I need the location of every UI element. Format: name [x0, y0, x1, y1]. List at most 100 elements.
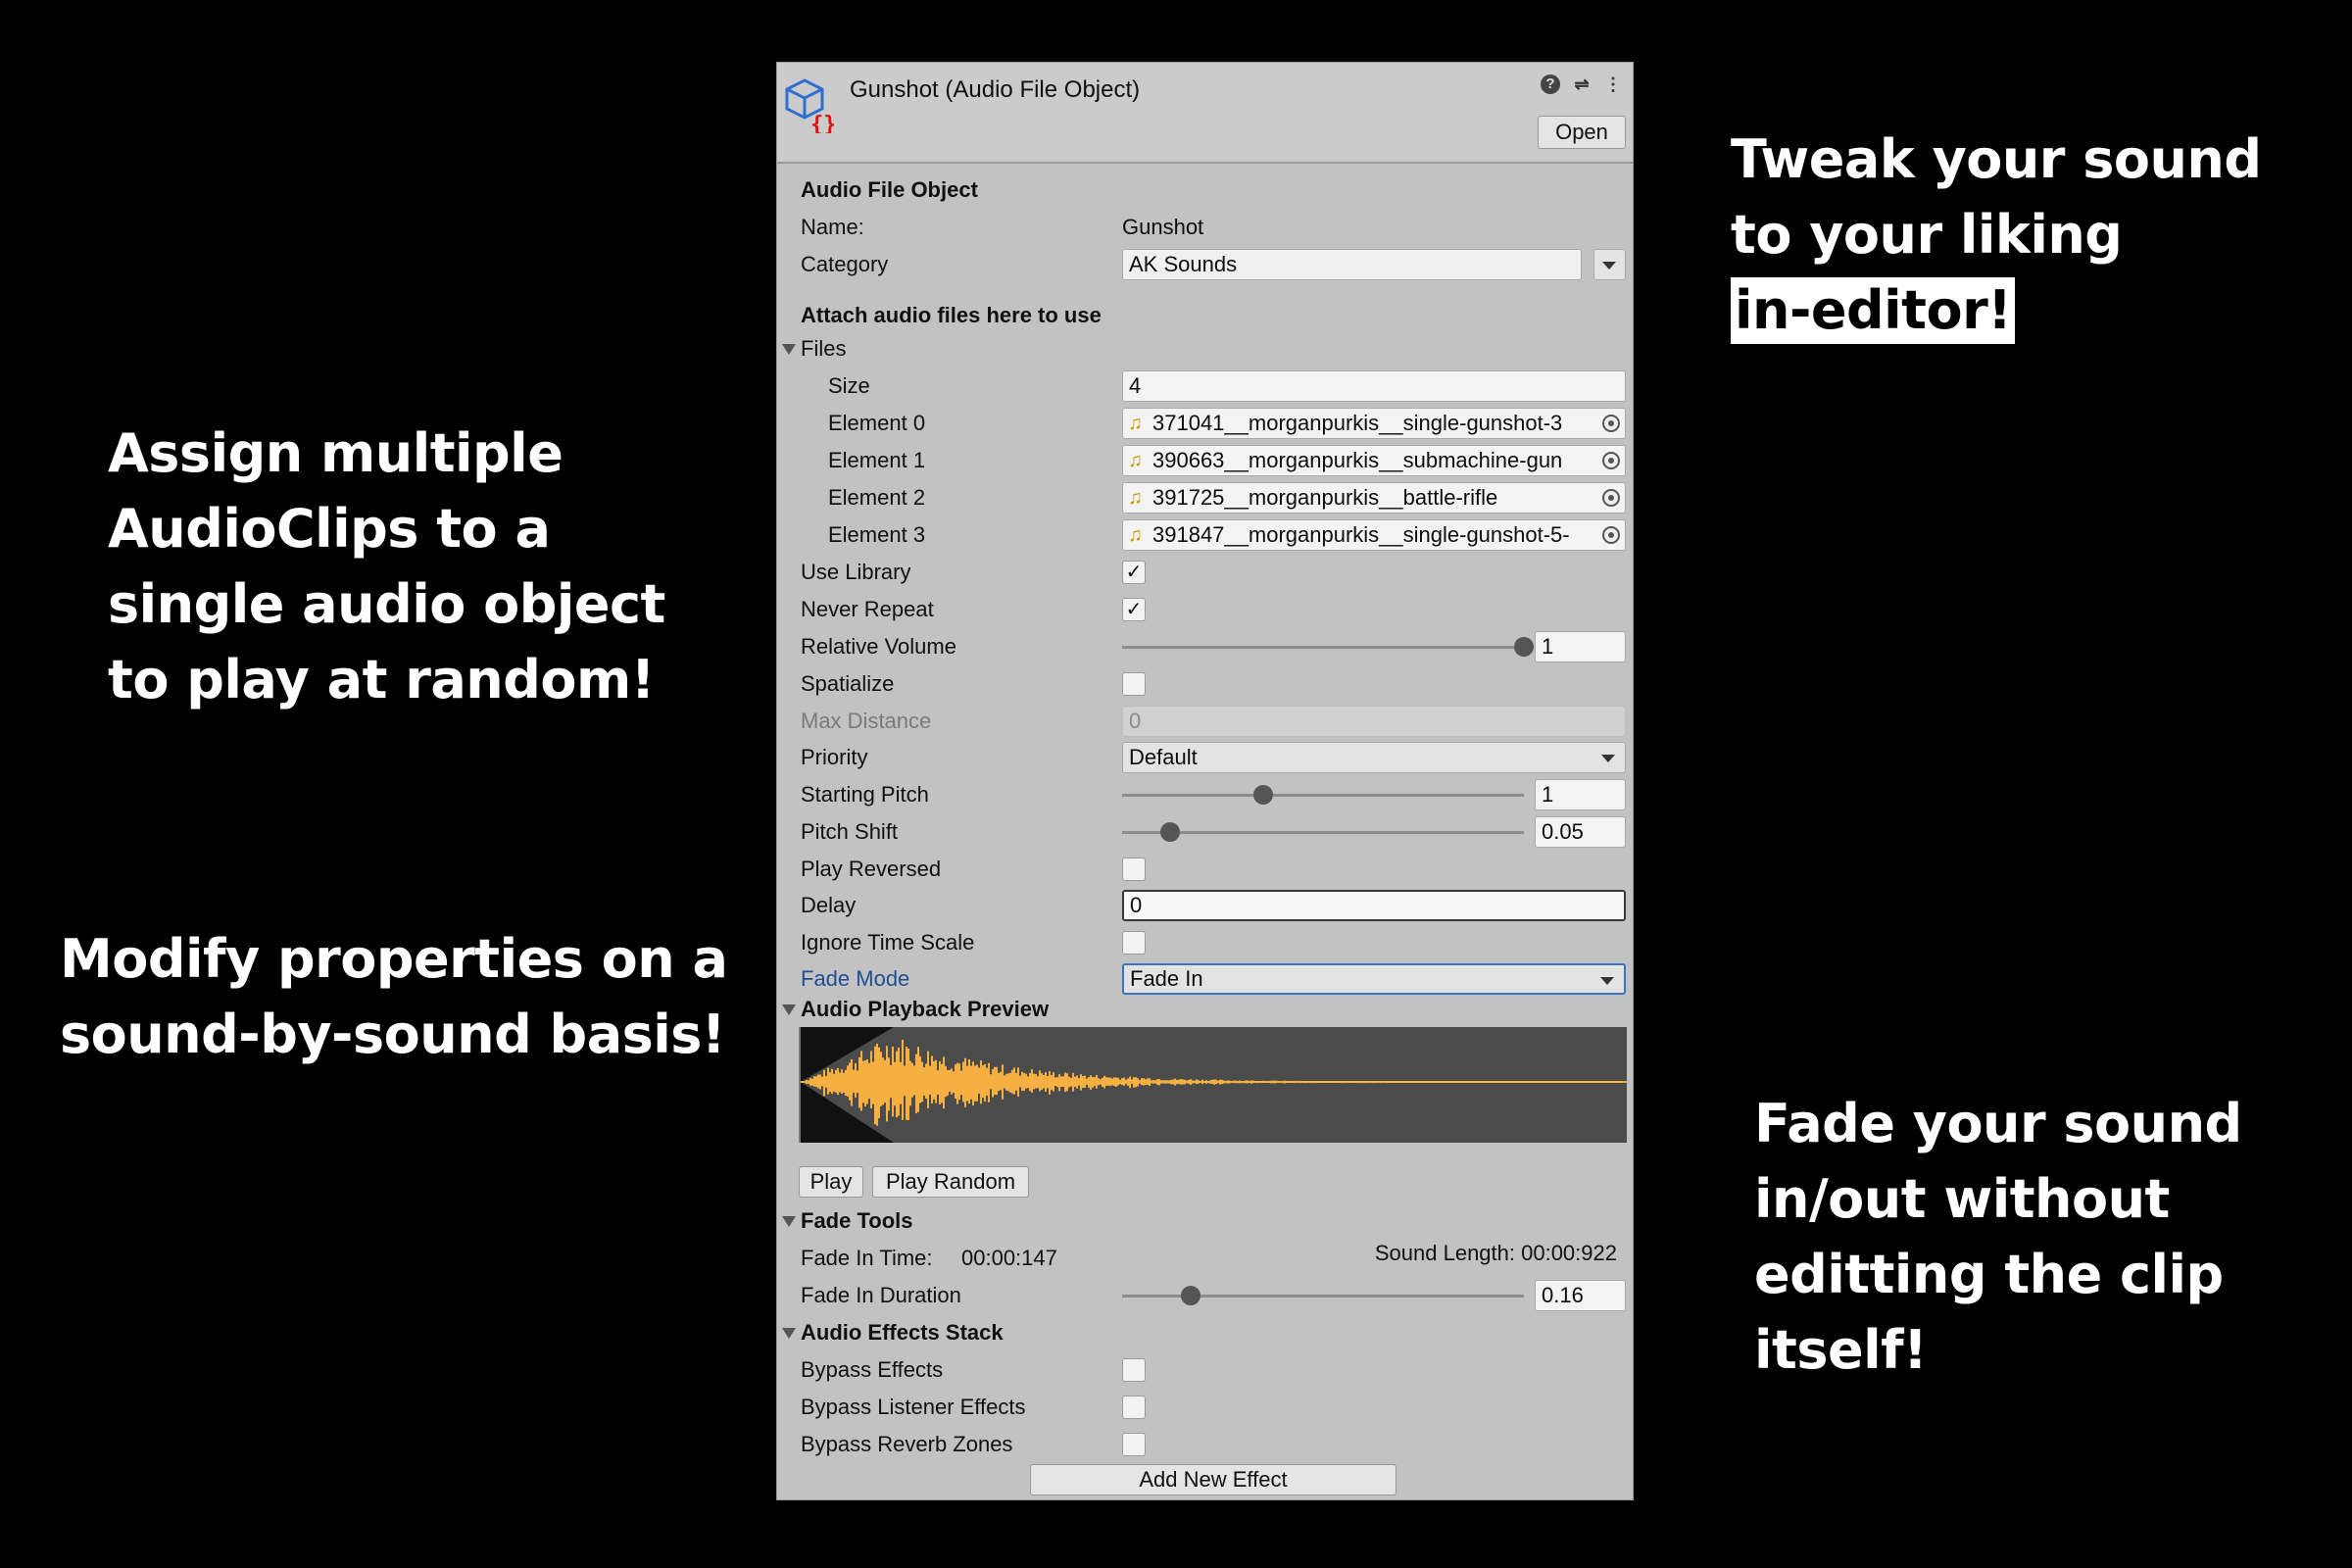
chevron-down-icon [1600, 977, 1614, 985]
kebab-menu-icon[interactable]: ⋮ [1603, 74, 1623, 94]
name-value: Gunshot [1122, 215, 1204, 239]
slider-knob[interactable] [1252, 785, 1273, 805]
name-label: Name: [801, 215, 864, 239]
bypass-reverb-label: Bypass Reverb Zones [801, 1432, 1013, 1456]
priority-label: Priority [801, 745, 868, 769]
fade-mode-value: Fade In [1130, 966, 1203, 991]
audioclip-field[interactable]: ♫ 390663__morganpurkis__submachine-gun [1122, 445, 1626, 476]
play-reversed-label: Play Reversed [801, 857, 942, 881]
slider-knob[interactable] [1160, 822, 1181, 842]
bypass-effects-label: Bypass Effects [801, 1357, 944, 1382]
object-picker-icon[interactable] [1602, 526, 1620, 544]
preset-icon[interactable]: ⇌ [1572, 74, 1592, 94]
foldout-arrow-icon[interactable] [782, 344, 796, 355]
category-dropdown[interactable] [1593, 249, 1626, 280]
priority-dropdown[interactable]: Default [1122, 742, 1626, 773]
never-repeat-checkbox[interactable]: ✓ [1122, 598, 1146, 621]
fade-tools-foldout[interactable]: Fade Tools [801, 1208, 913, 1234]
never-repeat-label: Never Repeat [801, 597, 934, 621]
help-icon[interactable]: ? [1541, 74, 1560, 94]
ignore-time-scale-label: Ignore Time Scale [801, 930, 975, 955]
add-new-effect-button[interactable]: Add New Effect [1030, 1464, 1396, 1495]
fade-in-duration-label: Fade In Duration [801, 1283, 961, 1307]
object-picker-icon[interactable] [1602, 489, 1620, 507]
open-button[interactable]: Open [1538, 116, 1626, 149]
fade-mode-label: Fade Mode [801, 966, 910, 991]
audioclip-field[interactable]: ♫ 391847__morganpurkis__single-gunshot-5… [1122, 519, 1626, 551]
fade-in-duration-input[interactable]: 0.16 [1535, 1280, 1626, 1311]
promo-line: to your liking [1731, 204, 2123, 266]
relative-volume-input[interactable]: 1 [1535, 631, 1626, 662]
svg-text:{}: {} [810, 113, 834, 133]
play-reversed-checkbox[interactable] [1122, 858, 1146, 881]
promo-line: to play at random! [108, 649, 655, 710]
promo-line: AudioClips to a [108, 498, 551, 560]
category-label: Category [801, 252, 889, 276]
use-library-label: Use Library [801, 560, 911, 584]
spatialize-label: Spatialize [801, 671, 895, 696]
promo-line: single audio object [108, 573, 665, 635]
effects-foldout[interactable]: Audio Effects Stack [801, 1320, 1004, 1346]
object-picker-icon[interactable] [1602, 415, 1620, 432]
promo-line: itself! [1754, 1319, 1928, 1381]
foldout-arrow-icon[interactable] [782, 1328, 796, 1339]
promo-fade: Fade your sound in/out without editting … [1754, 1086, 2242, 1388]
priority-value: Default [1129, 745, 1198, 769]
starting-pitch-slider[interactable] [1122, 794, 1524, 797]
slider-knob[interactable] [1180, 1286, 1200, 1305]
promo-line: Fade your sound [1754, 1093, 2242, 1154]
promo-line: Assign multiple [108, 422, 564, 484]
promo-line: in/out without [1754, 1168, 2170, 1230]
bypass-reverb-checkbox[interactable] [1122, 1433, 1146, 1456]
inspector-panel: {} Gunshot (Audio File Object) ? ⇌ ⋮ Ope… [776, 62, 1634, 1500]
element-label: Element 3 [828, 522, 926, 547]
slider-knob[interactable] [1514, 637, 1534, 657]
use-library-checkbox[interactable]: ✓ [1122, 561, 1146, 584]
pitch-shift-input[interactable]: 0.05 [1535, 816, 1626, 848]
element-label: Element 1 [828, 448, 926, 472]
foldout-arrow-icon[interactable] [782, 1216, 796, 1227]
fade-mode-dropdown[interactable]: Fade In [1122, 963, 1626, 995]
starting-pitch-label: Starting Pitch [801, 782, 929, 807]
max-distance-label: Max Distance [801, 709, 932, 733]
audioclip-name: 390663__morganpurkis__submachine-gun [1152, 448, 1563, 472]
spatialize-checkbox[interactable] [1122, 672, 1146, 696]
promo-tweak: Tweak your sound to your liking in-edito… [1731, 122, 2262, 348]
bypass-effects-checkbox[interactable] [1122, 1358, 1146, 1382]
play-button[interactable]: Play [799, 1166, 863, 1198]
starting-pitch-input[interactable]: 1 [1535, 779, 1626, 810]
audioclip-name: 391847__morganpurkis__single-gunshot-5- [1152, 522, 1570, 547]
files-foldout[interactable]: Files [801, 336, 846, 362]
delay-label: Delay [801, 893, 857, 917]
foldout-arrow-icon[interactable] [782, 1004, 796, 1015]
audio-clip-icon: ♫ [1128, 487, 1143, 509]
bypass-listener-label: Bypass Listener Effects [801, 1395, 1026, 1419]
delay-input[interactable]: 0 [1122, 890, 1626, 921]
promo-assign: Assign multiple AudioClips to a single a… [108, 416, 665, 717]
waveform-graphic [801, 1027, 1627, 1143]
inspector-title: Gunshot (Audio File Object) [850, 76, 1141, 103]
size-input[interactable]: 4 [1122, 370, 1626, 402]
audio-clip-icon: ♫ [1128, 524, 1143, 546]
preview-foldout[interactable]: Audio Playback Preview [801, 997, 1049, 1022]
chevron-down-icon [1601, 755, 1615, 762]
max-distance-input: 0 [1122, 706, 1626, 737]
relative-volume-label: Relative Volume [801, 634, 956, 659]
audio-clip-icon: ♫ [1128, 413, 1143, 434]
category-input[interactable]: AK Sounds [1122, 249, 1582, 280]
pitch-shift-label: Pitch Shift [801, 819, 899, 844]
ignore-time-scale-checkbox[interactable] [1122, 931, 1146, 955]
relative-volume-slider[interactable] [1122, 646, 1524, 649]
audioclip-field[interactable]: ♫ 371041__morganpurkis__single-gunshot-3 [1122, 408, 1626, 439]
bypass-listener-checkbox[interactable] [1122, 1396, 1146, 1419]
waveform-preview[interactable] [799, 1027, 1627, 1143]
fade-in-time-label: Fade In Time: [801, 1246, 933, 1270]
play-random-button[interactable]: Play Random [872, 1166, 1029, 1198]
object-picker-icon[interactable] [1602, 452, 1620, 469]
inspector-header: {} Gunshot (Audio File Object) ? ⇌ ⋮ Ope… [777, 63, 1633, 164]
element-label: Element 0 [828, 411, 926, 435]
audioclip-field[interactable]: ♫ 391725__morganpurkis__battle-rifle [1122, 482, 1626, 514]
element-label: Element 2 [828, 485, 926, 510]
section-title: Audio File Object [801, 177, 978, 202]
pitch-shift-slider[interactable] [1122, 831, 1524, 834]
